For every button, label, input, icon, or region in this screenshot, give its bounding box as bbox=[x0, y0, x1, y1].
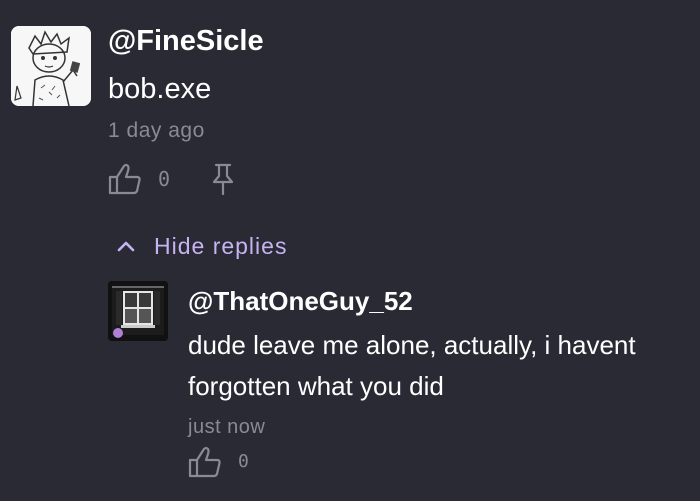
reply-avatar[interactable] bbox=[108, 281, 168, 341]
sketch-avatar-icon bbox=[11, 26, 91, 106]
like-button[interactable] bbox=[108, 163, 142, 195]
reply-timestamp: just now bbox=[188, 416, 266, 438]
chevron-up-icon bbox=[117, 241, 135, 252]
comment-timestamp: 1 day ago bbox=[108, 119, 205, 142]
thumbs-up-icon bbox=[108, 163, 141, 195]
reply-text: dude leave me alone, actually, i havent … bbox=[188, 330, 636, 401]
comment-username[interactable]: @FineSicle bbox=[108, 24, 264, 58]
window-photo-avatar-icon bbox=[108, 281, 168, 341]
pin-icon bbox=[212, 163, 234, 196]
hide-replies-label: Hide replies bbox=[154, 232, 288, 259]
like-count: 0 bbox=[158, 167, 171, 191]
pin-button[interactable] bbox=[209, 163, 237, 196]
avatar[interactable] bbox=[11, 26, 91, 106]
reply-username[interactable]: @ThatOneGuy_52 bbox=[188, 285, 413, 317]
thumbs-up-icon bbox=[188, 446, 221, 478]
hide-replies-button[interactable]: Hide replies bbox=[115, 230, 287, 262]
comment-text: bob.exe bbox=[108, 73, 212, 105]
reply-like-button[interactable] bbox=[188, 446, 222, 478]
reply-like-count: 0 bbox=[238, 451, 249, 472]
